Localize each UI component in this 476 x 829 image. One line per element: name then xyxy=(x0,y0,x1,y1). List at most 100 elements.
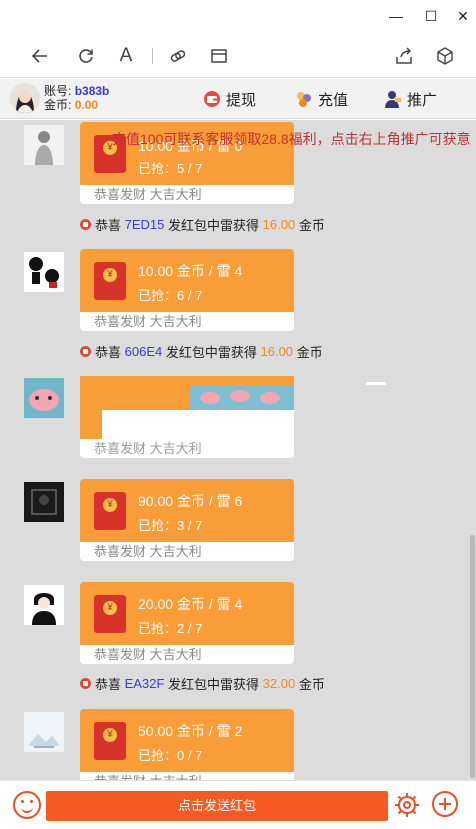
packet-grabbed: 已抢：0 / 7 xyxy=(138,748,203,763)
close-button[interactable]: ✕ xyxy=(451,6,475,26)
recharge-button[interactable]: 充值 xyxy=(295,89,348,109)
red-packet-message[interactable]: 90.00 金币 / 雷 6 已抢：3 / 7 恭喜发财 大吉大利 xyxy=(80,479,294,561)
red-packet-icon xyxy=(94,722,126,760)
notice-text: 发红包中雷获得 xyxy=(165,345,257,360)
gear-icon xyxy=(395,793,419,817)
red-packet-message[interactable]: 50.00 金币 / 雷 2 已抢：0 / 7 恭喜发财 大吉大利 xyxy=(80,709,294,780)
coins-value: 0.00 xyxy=(74,98,99,112)
sender-avatar[interactable] xyxy=(24,712,64,752)
packet-amount: 90.00 金币 / 雷 6 xyxy=(138,493,243,509)
extensions-button[interactable] xyxy=(431,42,459,70)
packet-amount: 10.00 金币 / 雷 4 xyxy=(138,263,243,279)
sender-avatar[interactable] xyxy=(24,252,64,292)
red-packet-body xyxy=(80,376,294,439)
packet-blessing: 恭喜发财 大吉大利 xyxy=(80,185,294,204)
account-label: 账号: xyxy=(44,84,72,98)
red-packet-body: 20.00 金币 / 雷 4 已抢：2 / 7 xyxy=(80,582,294,645)
chat-scrollbar[interactable] xyxy=(470,535,475,778)
maximize-button[interactable]: ☐ xyxy=(419,6,443,26)
notice-code: EA32F xyxy=(124,676,165,691)
withdraw-label: 提现 xyxy=(226,91,257,109)
window-layout-button[interactable] xyxy=(205,42,233,70)
notice-prefix: 恭喜 xyxy=(95,345,122,360)
notice-icon xyxy=(80,678,91,689)
notice-code: 7ED15 xyxy=(124,217,165,232)
avatar-image xyxy=(24,125,64,165)
send-red-packet-button[interactable]: 点击发送红包 xyxy=(46,791,388,821)
red-packet-icon xyxy=(94,492,126,530)
notice-amount: 16.00 xyxy=(260,344,294,359)
user-avatar[interactable] xyxy=(10,83,40,113)
recharge-label: 充值 xyxy=(318,91,349,109)
promote-button[interactable]: 推广 xyxy=(384,89,437,109)
red-packet-icon xyxy=(94,262,126,300)
arrow-left-icon xyxy=(31,49,47,63)
avatar-image xyxy=(24,252,64,292)
promoter-icon xyxy=(385,91,401,108)
notice-suffix: 金币 xyxy=(298,677,325,692)
red-packet-body: 10.00 金币 / 雷 4 已抢：6 / 7 xyxy=(80,249,294,312)
sender-avatar[interactable] xyxy=(24,125,64,165)
notice-prefix: 恭喜 xyxy=(95,218,122,233)
add-icon[interactable] xyxy=(432,791,458,817)
settings-button[interactable] xyxy=(393,791,421,819)
minimize-button[interactable]: — xyxy=(384,6,408,26)
notice-amount: 32.00 xyxy=(262,676,296,691)
window-icon xyxy=(211,49,227,63)
sender-avatar[interactable] xyxy=(24,482,64,522)
link-button[interactable] xyxy=(164,42,192,70)
image-fragment xyxy=(366,382,386,385)
announcement-marquee: 充值100可联系客服领取28.8福利，点击右上角推广可获意 xyxy=(112,131,471,147)
packet-blessing: 恭喜发财 大吉大利 xyxy=(80,542,294,561)
packet-amount: 50.00 金币 / 雷 2 xyxy=(138,723,243,739)
notice-prefix: 恭喜 xyxy=(95,677,122,692)
red-packet-message[interactable]: 恭喜发财 大吉大利 xyxy=(80,376,294,458)
avatar-image xyxy=(24,482,64,522)
notice-text: 发红包中雷获得 xyxy=(168,218,260,233)
bottom-bar: 点击发送红包 xyxy=(0,780,476,829)
mine-notice: 恭喜 EA32F 发红包中雷获得 32.00 金币 xyxy=(80,674,325,693)
red-packet-message[interactable]: 10.00 金币 / 雷 4 已抢：6 / 7 恭喜发财 大吉大利 xyxy=(80,249,294,331)
cube-icon xyxy=(437,47,453,65)
browser-toolbar: A xyxy=(0,34,476,78)
notice-text: 发红包中雷获得 xyxy=(168,677,260,692)
back-button[interactable] xyxy=(26,42,54,70)
toolbar-divider xyxy=(152,48,153,64)
refresh-button[interactable] xyxy=(72,42,100,70)
share-icon xyxy=(396,47,412,64)
packet-blessing: 恭喜发财 大吉大利 xyxy=(80,645,294,664)
share-button[interactable] xyxy=(390,42,418,70)
avatar-image xyxy=(24,378,64,418)
window-titlebar: — ☐ ✕ xyxy=(0,0,476,34)
emoji-icon[interactable] xyxy=(13,791,41,819)
notice-amount: 16.00 xyxy=(262,217,296,232)
red-packet-message[interactable]: 20.00 金币 / 雷 4 已抢：2 / 7 恭喜发财 大吉大利 xyxy=(80,582,294,664)
promote-label: 推广 xyxy=(407,91,438,109)
user-avatar-image xyxy=(10,83,40,113)
avatar-image xyxy=(24,712,64,752)
sender-avatar[interactable] xyxy=(24,378,64,418)
packet-grabbed: 已抢：6 / 7 xyxy=(138,288,203,303)
coins-icon xyxy=(297,92,311,107)
chat-area[interactable]: 10.00 金币 / 雷 0 已抢：5 / 7 恭喜发财 大吉大利 恭喜 7ED… xyxy=(0,120,476,780)
packet-grabbed: 已抢：3 / 7 xyxy=(138,518,203,533)
packet-image xyxy=(80,376,294,439)
mine-notice: 恭喜 606E4 发红包中雷获得 16.00 金币 xyxy=(80,342,323,361)
link-icon xyxy=(170,50,186,62)
notice-suffix: 金币 xyxy=(298,218,325,233)
account-header: 账号: b383b 金币: 0.00 提现 充值 推广 xyxy=(0,79,476,119)
notice-icon xyxy=(80,219,91,230)
notice-suffix: 金币 xyxy=(296,345,323,360)
packet-blessing: 恭喜发财 大吉大利 xyxy=(80,439,294,458)
withdraw-button[interactable]: 提现 xyxy=(203,89,256,109)
account-info: 账号: b383b 金币: 0.00 xyxy=(44,84,109,112)
packet-grabbed: 已抢：5 / 7 xyxy=(138,161,203,176)
text-size-button[interactable]: A xyxy=(112,42,140,70)
packet-grabbed: 已抢：2 / 7 xyxy=(138,621,203,636)
wallet-icon xyxy=(204,91,220,107)
sender-avatar[interactable] xyxy=(24,585,64,625)
red-packet-body: 50.00 金币 / 雷 2 已抢：0 / 7 xyxy=(80,709,294,772)
notice-icon xyxy=(80,346,91,357)
mine-notice: 恭喜 7ED15 发红包中雷获得 16.00 金币 xyxy=(80,215,325,234)
red-packet-body: 90.00 金币 / 雷 6 已抢：3 / 7 xyxy=(80,479,294,542)
